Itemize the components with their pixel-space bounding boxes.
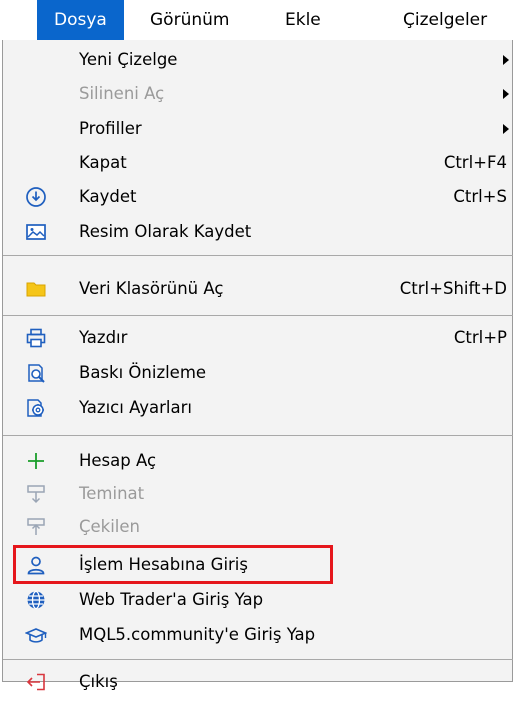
save-icon bbox=[25, 186, 47, 208]
menu-item-label: Baskı Önizleme bbox=[79, 363, 207, 382]
menu-item-label: Kaydet bbox=[79, 187, 137, 206]
menu-item-label: Yeni Çizelge bbox=[79, 50, 178, 69]
menu-item-label: Yazdır bbox=[79, 328, 128, 347]
menu-item-label: Web Trader'a Giriş Yap bbox=[79, 590, 264, 609]
menu-item-mql5-login[interactable]: MQL5.community'e Giriş Yap bbox=[3, 618, 513, 652]
menu-item-new-chart[interactable]: Yeni Çizelge bbox=[3, 43, 513, 77]
menu-item-label: MQL5.community'e Giriş Yap bbox=[79, 625, 316, 644]
globe-icon bbox=[25, 589, 47, 611]
highlight-box bbox=[13, 545, 333, 584]
menu-item-open-account[interactable]: Hesap Aç bbox=[3, 444, 513, 478]
menu-item-print-preview[interactable]: Baskı Önizleme bbox=[3, 356, 513, 390]
menu-separator bbox=[3, 659, 513, 660]
menu-item-print[interactable]: Yazdır Ctrl+P bbox=[3, 321, 513, 355]
menu-item-reopen-deleted[interactable]: Silineni Aç bbox=[3, 77, 513, 111]
menu-item-printer-settings[interactable]: Yazıcı Ayarları bbox=[3, 391, 513, 425]
submenu-arrow-icon bbox=[503, 89, 509, 99]
menu-item-label: Resim Olarak Kaydet bbox=[79, 222, 252, 241]
printer-settings-icon bbox=[25, 397, 47, 419]
menu-item-withdrawal[interactable]: Çekilen bbox=[3, 510, 513, 544]
menu-separator bbox=[3, 315, 513, 316]
graduation-cap-icon bbox=[25, 624, 47, 646]
menu-ekle[interactable]: Ekle bbox=[279, 0, 327, 40]
menu-item-label: Yazıcı Ayarları bbox=[79, 398, 192, 417]
menu-item-label: Veri Klasörünü Aç bbox=[79, 279, 224, 298]
image-icon bbox=[25, 221, 47, 243]
menu-separator bbox=[3, 255, 513, 256]
menu-item-label: Kapat bbox=[79, 153, 127, 172]
submenu-arrow-icon bbox=[503, 55, 509, 65]
menu-item-label: Silineni Aç bbox=[79, 84, 165, 103]
menu-item-label: Teminat bbox=[79, 484, 145, 503]
withdraw-icon bbox=[25, 516, 47, 538]
menu-item-exit[interactable]: Çıkış bbox=[3, 667, 513, 697]
shortcut-text: Ctrl+P bbox=[453, 328, 507, 347]
plus-icon bbox=[25, 450, 47, 472]
menu-item-close[interactable]: Kapat Ctrl+F4 bbox=[3, 146, 513, 180]
file-dropdown-menu: Yeni Çizelge Silineni Aç Profiller Kapat… bbox=[2, 40, 513, 691]
menu-item-label: Çıkış bbox=[79, 672, 118, 691]
exit-icon bbox=[25, 671, 47, 693]
menu-dosya[interactable]: Dosya bbox=[37, 0, 124, 40]
shortcut-text: Ctrl+S bbox=[453, 187, 507, 206]
print-preview-icon bbox=[25, 362, 47, 384]
menu-item-web-trader-login[interactable]: Web Trader'a Giriş Yap bbox=[3, 583, 513, 617]
menu-item-label: Profiller bbox=[79, 119, 142, 138]
menu-item-save-as-picture[interactable]: Resim Olarak Kaydet bbox=[3, 215, 513, 249]
menu-item-label: Çekilen bbox=[79, 517, 141, 536]
menu-item-save[interactable]: Kaydet Ctrl+S bbox=[3, 180, 513, 214]
folder-icon bbox=[25, 278, 47, 300]
menu-item-deposit[interactable]: Teminat bbox=[3, 477, 513, 511]
printer-icon bbox=[25, 327, 47, 349]
deposit-icon bbox=[25, 483, 47, 505]
menu-separator bbox=[3, 435, 513, 436]
menu-item-label: Hesap Aç bbox=[79, 451, 157, 470]
shortcut-text: Ctrl+Shift+D bbox=[399, 279, 507, 298]
submenu-arrow-icon bbox=[503, 124, 509, 134]
menubar: Dosya Görünüm Ekle Çizelgeler bbox=[0, 0, 517, 40]
shortcut-text: Ctrl+F4 bbox=[443, 153, 507, 172]
menu-cizelgeler[interactable]: Çizelgeler bbox=[397, 0, 493, 40]
menu-item-profiles[interactable]: Profiller bbox=[3, 112, 513, 146]
menu-gorunum[interactable]: Görünüm bbox=[144, 0, 235, 40]
menu-item-open-data-folder[interactable]: Veri Klasörünü Aç Ctrl+Shift+D bbox=[3, 272, 513, 306]
